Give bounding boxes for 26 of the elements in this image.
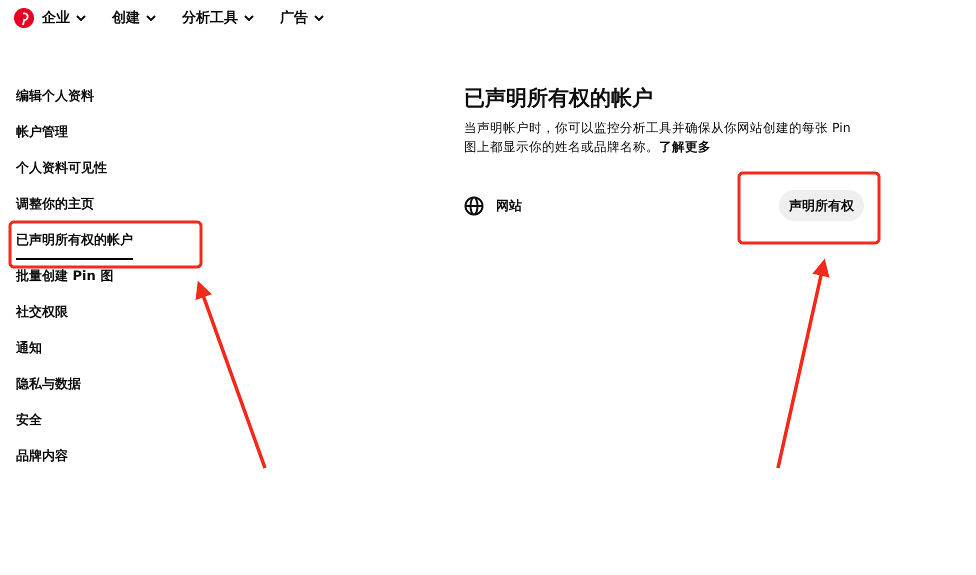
logo-icon[interactable] (14, 8, 34, 28)
chevron-down-icon (146, 14, 156, 22)
description: 当声明帐户时，你可以监控分析工具并确保从你网站创建的每张 Pin 图上都显示你的姓名或品牌名称。了解更多 (464, 119, 852, 156)
sidebar-item[interactable]: 已声明所有权的帐户 (16, 224, 133, 260)
claim-button[interactable]: 声明所有权 (779, 190, 864, 221)
sidebar-item[interactable]: 品牌内容 (16, 440, 68, 476)
sidebar-item[interactable]: 调整你的主页 (16, 188, 94, 224)
nav-menu[interactable]: 企业 (42, 9, 86, 27)
chevron-down-icon (244, 14, 254, 22)
sidebar-item[interactable]: 社交权限 (16, 296, 68, 332)
sidebar-item[interactable]: 帐户管理 (16, 116, 68, 152)
sidebar-item[interactable]: 批量创建 Pin 图 (16, 260, 114, 296)
row-label: 网站 (496, 198, 523, 214)
sidebar-item[interactable]: 通知 (16, 332, 42, 368)
learn-more-link[interactable]: 了解更多 (659, 139, 711, 154)
nav-menu[interactable]: 分析工具 (182, 9, 254, 27)
sidebar-item[interactable]: 隐私与数据 (16, 368, 81, 404)
globe-icon (464, 196, 484, 216)
sidebar-item[interactable]: 编辑个人资料 (16, 80, 94, 116)
sidebar-item[interactable]: 安全 (16, 404, 42, 440)
nav-menu[interactable]: 创建 (112, 9, 156, 27)
nav-menu[interactable]: 广告 (280, 9, 324, 27)
chevron-down-icon (314, 14, 324, 22)
page-title: 已声明所有权的帐户 (464, 85, 654, 112)
sidebar-item[interactable]: 个人资料可见性 (16, 152, 107, 188)
chevron-down-icon (76, 14, 86, 22)
